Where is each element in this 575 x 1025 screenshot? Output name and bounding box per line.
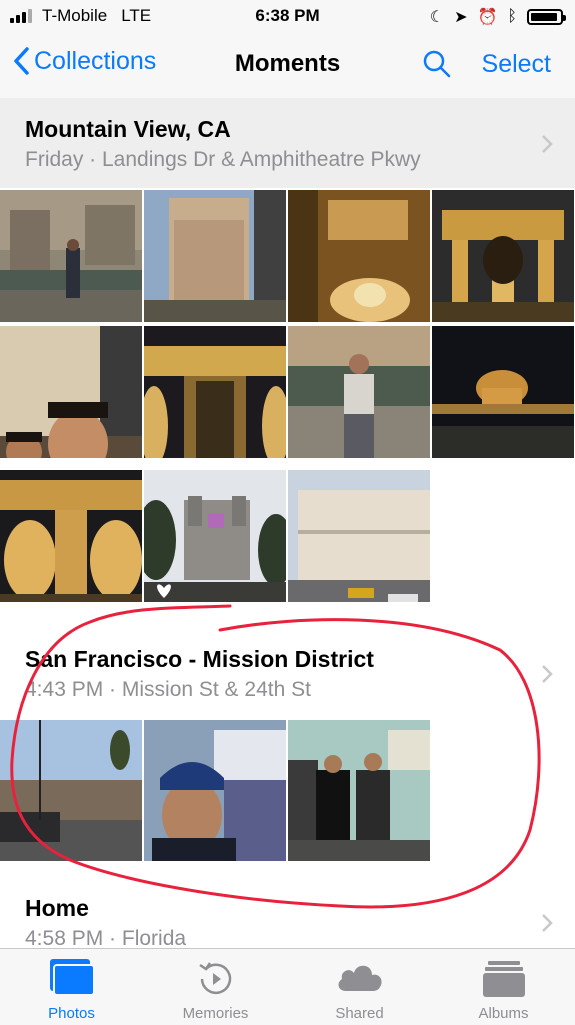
chevron-right-icon bbox=[542, 135, 553, 153]
photo-thumbnail[interactable] bbox=[288, 720, 430, 861]
tab-label: Albums bbox=[478, 1005, 529, 1022]
tab-label: Memories bbox=[182, 1005, 249, 1022]
battery-icon bbox=[527, 9, 566, 25]
moment-title: San Francisco - Mission District bbox=[25, 646, 374, 672]
photo-thumbnail[interactable] bbox=[288, 470, 430, 602]
photo-thumbnail[interactable] bbox=[0, 470, 142, 602]
chevron-right-icon bbox=[542, 914, 553, 932]
photo-thumbnail[interactable] bbox=[432, 190, 574, 322]
moment-header-home[interactable]: Home 4:58 PM · Florida bbox=[0, 863, 575, 950]
status-right: ☾ ➤ ⏰ ᛒ bbox=[429, 7, 566, 27]
tab-bar: Photos Memories Shared Albums bbox=[0, 948, 575, 1025]
chevron-left-icon bbox=[14, 47, 29, 75]
photo-thumbnail[interactable] bbox=[0, 720, 142, 861]
photo-thumbnail[interactable] bbox=[0, 190, 142, 322]
moon-icon: ☾ bbox=[429, 9, 445, 26]
status-bar: T-Mobile LTE 6:38 PM ☾ ➤ ⏰ ᛒ bbox=[0, 0, 575, 36]
photo-thumbnail[interactable] bbox=[144, 470, 286, 602]
search-button[interactable] bbox=[423, 50, 451, 83]
photo-thumbnail[interactable] bbox=[288, 190, 430, 322]
tab-label: Photos bbox=[48, 1005, 95, 1022]
tab-photos[interactable]: Photos bbox=[0, 949, 143, 1025]
tab-memories[interactable]: Memories bbox=[144, 949, 287, 1025]
tab-shared[interactable]: Shared bbox=[288, 949, 431, 1025]
photos-tab-icon bbox=[49, 959, 95, 996]
navigation-bar: Collections Moments Select bbox=[0, 36, 575, 99]
moment-header-san-francisco[interactable]: San Francisco - Mission District 4:43 PM… bbox=[0, 612, 575, 718]
albums-tab-icon bbox=[482, 961, 525, 997]
search-icon bbox=[423, 50, 451, 78]
tab-label: Shared bbox=[335, 1005, 384, 1022]
moment-header-mountain-view[interactable]: Mountain View, CA Friday · Landings Dr &… bbox=[0, 98, 575, 188]
photo-thumbnail[interactable] bbox=[144, 720, 286, 861]
select-button[interactable]: Select bbox=[482, 50, 551, 79]
photo-thumbnail[interactable] bbox=[432, 326, 574, 458]
back-label: Collections bbox=[34, 46, 157, 75]
moment-title: Home bbox=[25, 895, 89, 921]
photo-thumbnail[interactable] bbox=[0, 326, 142, 458]
moment-title: Mountain View, CA bbox=[25, 116, 231, 142]
chevron-right-icon bbox=[542, 665, 553, 683]
moment-subtitle: Friday · Landings Dr & Amphitheatre Pkwy bbox=[25, 148, 421, 171]
tab-albums[interactable]: Albums bbox=[432, 949, 575, 1025]
bluetooth-icon: ᛒ bbox=[507, 8, 517, 25]
memories-tab-icon bbox=[198, 962, 231, 995]
photo-thumbnail[interactable] bbox=[288, 326, 430, 458]
cloud-icon bbox=[338, 965, 382, 991]
back-button[interactable]: Collections bbox=[12, 46, 156, 76]
alarm-icon: ⏰ bbox=[477, 9, 498, 26]
photo-thumbnail[interactable] bbox=[144, 190, 286, 322]
photo-thumbnail[interactable] bbox=[144, 326, 286, 458]
location-arrow-icon: ➤ bbox=[454, 9, 468, 26]
moment-subtitle: 4:43 PM · Mission St & 24th St bbox=[25, 678, 311, 701]
